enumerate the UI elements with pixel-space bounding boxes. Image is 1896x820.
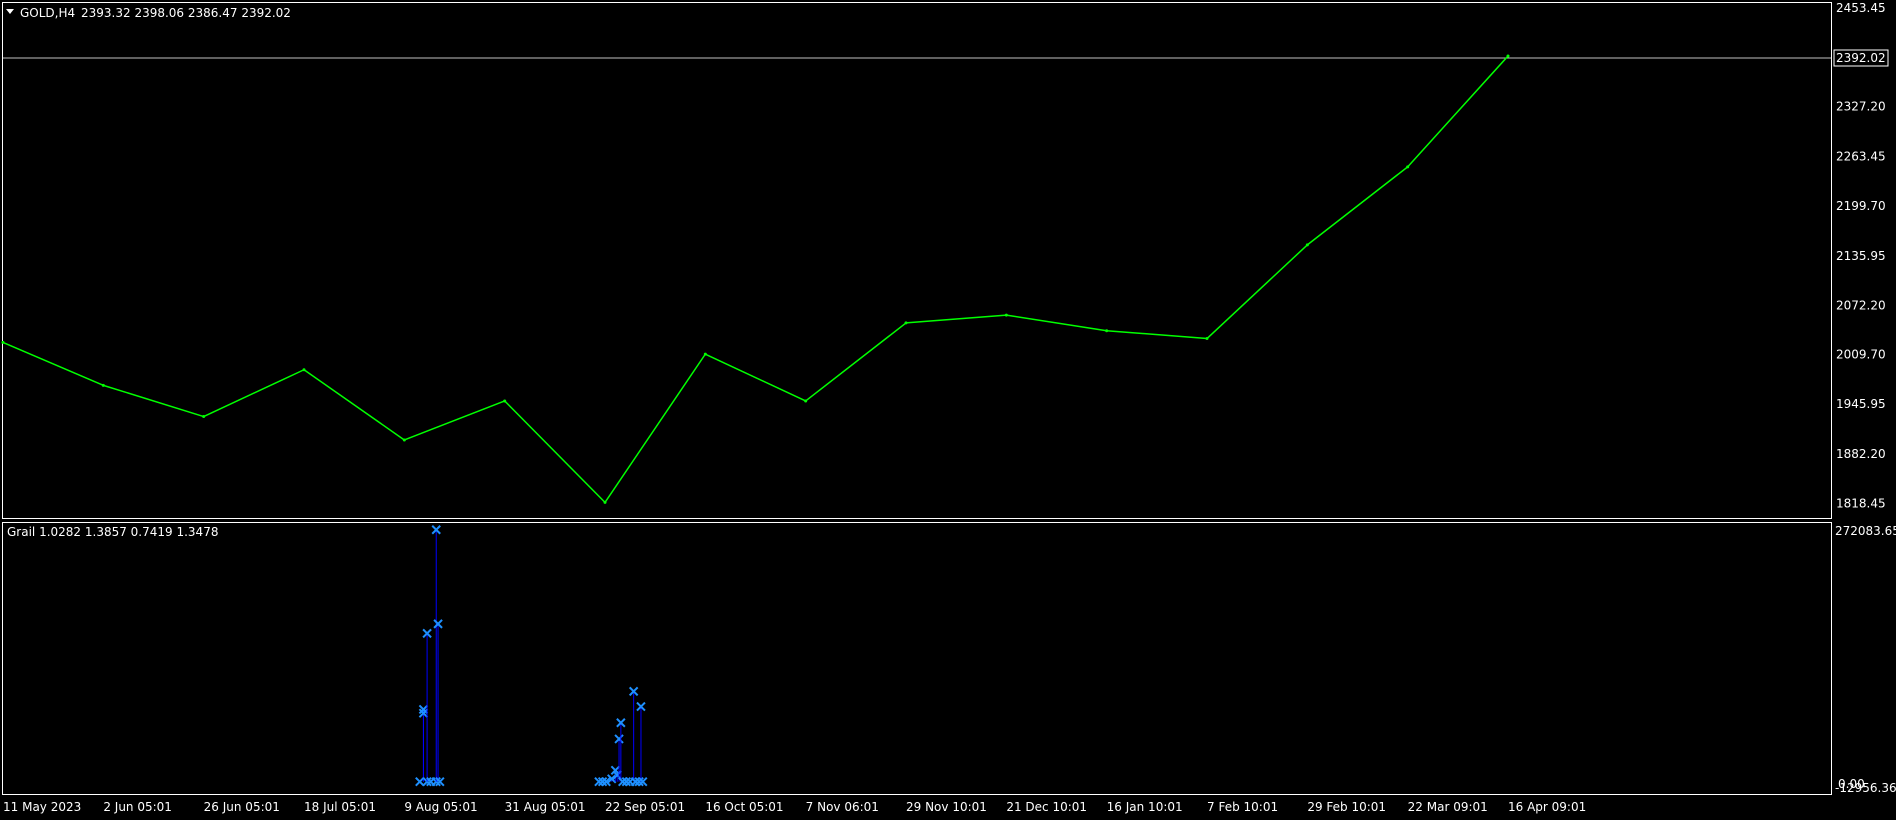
x-axis-tick-label: 2 Jun 05:01 xyxy=(103,800,172,814)
x-axis-tick-label: 16 Oct 05:01 xyxy=(705,800,783,814)
x-axis-tick-label: 16 Jan 10:01 xyxy=(1107,800,1183,814)
x-axis-tick-label: 26 Jun 05:01 xyxy=(204,800,280,814)
symbol-dropdown-icon[interactable] xyxy=(6,9,14,14)
indicator-series xyxy=(415,525,648,787)
price-segment xyxy=(1006,314,1107,332)
price-point xyxy=(1506,54,1510,58)
y-axis-tick-label: 2135.95 xyxy=(1836,249,1886,263)
y-axis-tick-label: 1945.95 xyxy=(1836,397,1886,411)
price-point xyxy=(1,340,5,344)
price-segment xyxy=(2,341,104,387)
x-axis-tick-label: 29 Nov 10:01 xyxy=(906,800,987,814)
y-axis-tick-label: 2072.20 xyxy=(1836,299,1886,313)
price-point xyxy=(1305,243,1309,247)
y-axis-tick-label: 2199.70 xyxy=(1836,199,1886,213)
price-segment xyxy=(1407,55,1509,168)
x-axis-tick-label: 9 Aug 05:01 xyxy=(404,800,477,814)
x-axis-tick-label: 31 Aug 05:01 xyxy=(505,800,586,814)
price-point xyxy=(603,500,607,504)
price-point xyxy=(1105,329,1109,333)
price-segment xyxy=(1206,244,1308,340)
indicator-pane-frame xyxy=(2,522,1832,795)
price-segment xyxy=(805,322,907,402)
price-segment xyxy=(905,314,1007,324)
y-axis-tick-label: 1818.45 xyxy=(1836,497,1886,511)
x-axis-tick-label: 7 Nov 06:01 xyxy=(806,800,879,814)
price-point xyxy=(402,438,406,442)
price-segment xyxy=(1106,329,1208,340)
price-segment xyxy=(504,400,606,503)
y-axis-tick-label: 1882.20 xyxy=(1836,447,1886,461)
price-segment xyxy=(404,400,505,441)
price-segment xyxy=(705,353,806,402)
x-axis-tick-label: 7 Feb 10:01 xyxy=(1207,800,1278,814)
price-point xyxy=(904,321,908,325)
price-point xyxy=(202,415,206,419)
x-axis-tick-label: 16 Apr 09:01 xyxy=(1508,800,1586,814)
x-axis-tick-label: 18 Jul 05:01 xyxy=(304,800,376,814)
price-point xyxy=(302,368,306,372)
price-point xyxy=(804,399,808,403)
x-axis-tick-label: 29 Feb 10:01 xyxy=(1307,800,1386,814)
x-axis-labels: 11 May 2023 2 Jun 05:01 26 Jun 05:01 18 Jul… xyxy=(3,800,1586,814)
current-price-label: 2392.02 xyxy=(1836,51,1886,65)
indicator-y-zero-label: 0.00 xyxy=(1838,777,1865,791)
price-point xyxy=(503,399,507,403)
y-axis-labels-main: 2453.45 2327.20 2263.45 2199.70 2135.95 2072.… xyxy=(1836,1,1886,510)
y-axis-tick-label: 2009.70 xyxy=(1836,347,1886,361)
symbol-label[interactable]: GOLD,H4 xyxy=(20,6,75,20)
y-axis-tick-label: 2327.20 xyxy=(1836,100,1886,114)
chart-canvas: 2453.45 2327.20 2263.45 2199.70 2135.95 2072.… xyxy=(1,1,1896,814)
indicator-label: Grail 1.0282 1.3857 0.7419 1.3478 xyxy=(7,525,218,539)
price-segment xyxy=(303,369,405,441)
price-point xyxy=(1004,313,1008,317)
main-pane-frame xyxy=(2,2,1832,519)
price-segment xyxy=(604,353,706,503)
x-axis-tick-label: 11 May 2023 xyxy=(3,800,81,814)
y-axis-tick-label: 2263.45 xyxy=(1836,149,1886,163)
price-point xyxy=(1205,337,1209,341)
x-axis-tick-label: 22 Sep 05:01 xyxy=(605,800,685,814)
y-axis-tick-label: 2453.45 xyxy=(1836,1,1886,15)
price-segment xyxy=(203,369,305,418)
price-point xyxy=(1406,165,1410,169)
price-point xyxy=(703,352,707,356)
price-segment xyxy=(1306,166,1409,246)
price-series xyxy=(1,54,1510,504)
ohlc-label: 2393.32 2398.06 2386.47 2392.02 xyxy=(81,6,291,20)
x-axis-tick-label: 21 Dec 10:01 xyxy=(1006,800,1087,814)
x-axis-tick-label: 22 Mar 09:01 xyxy=(1408,800,1488,814)
price-segment xyxy=(103,384,204,418)
price-point xyxy=(101,383,105,387)
indicator-marker xyxy=(415,776,425,787)
indicator-y-top-label: 272083.65 xyxy=(1835,524,1896,538)
